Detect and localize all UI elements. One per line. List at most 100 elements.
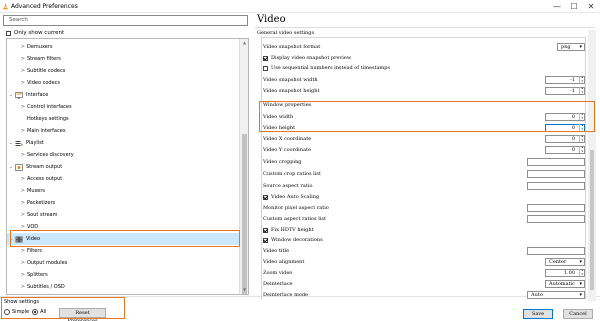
vlc-cone-icon xyxy=(3,3,8,10)
video-alignment-select[interactable]: Center xyxy=(545,258,585,266)
tree-item-main-interfaces[interactable]: > Main interfaces xyxy=(7,125,248,137)
tree-scroll-thumb[interactable] xyxy=(242,134,247,294)
chevron-right-icon[interactable]: > xyxy=(19,56,27,62)
window-decorations-checkbox[interactable] xyxy=(263,237,268,243)
chevron-right-icon[interactable]: > xyxy=(19,80,27,86)
video-auto-scaling-checkbox[interactable] xyxy=(263,194,268,200)
tree-item-stream-output[interactable]: ⌄ Stream output xyxy=(7,161,248,173)
setting-video-alignment: Video alignment Center xyxy=(263,257,585,267)
tree-item-stream-filters[interactable]: > Stream filters xyxy=(7,53,248,65)
chevron-right-icon[interactable]: > xyxy=(19,188,27,194)
snapshot-width-spinbox[interactable]: -1 xyxy=(545,76,585,84)
setting-video-y: Video Y coordinate 0 xyxy=(263,145,585,155)
tree-item-splitters[interactable]: > Splitters xyxy=(7,269,248,281)
setting-snapshot-height: Video snapshot height -1 xyxy=(263,86,585,96)
tree-item-services-discovery[interactable]: > Services discovery xyxy=(7,149,248,161)
chevron-right-icon[interactable]: > xyxy=(19,200,27,206)
chevron-down-icon[interactable]: ⌄ xyxy=(7,236,15,242)
video-width-spinbox[interactable]: 0 xyxy=(545,113,585,121)
tree-item-video[interactable]: ⌄ Video xyxy=(7,233,248,245)
save-button[interactable]: Save xyxy=(523,309,553,319)
tree-scrollbar[interactable]: ▲ ▼ xyxy=(239,39,248,294)
chevron-down-icon[interactable]: ⌄ xyxy=(7,164,15,170)
chevron-right-icon[interactable]: > xyxy=(19,68,27,74)
video-height-spinbox[interactable]: 0 xyxy=(545,124,585,132)
sequential-numbers-checkbox[interactable] xyxy=(263,65,268,71)
setting-display-snapshot-preview: Display video snapshot preview xyxy=(263,53,585,63)
chevron-right-icon[interactable]: > xyxy=(19,224,27,230)
setting-sequential-numbers: Use sequential numbers instead of timest… xyxy=(263,63,585,73)
search-input[interactable]: Search xyxy=(3,15,248,26)
custom-aspect-ratios-input[interactable] xyxy=(527,215,585,223)
tree-item-subtitles-osd[interactable]: > Subtitles / OSD xyxy=(7,281,248,293)
close-button[interactable]: ✕ xyxy=(583,1,599,12)
chevron-right-icon[interactable]: > xyxy=(19,152,27,158)
chevron-right-icon[interactable]: > xyxy=(19,212,27,218)
cancel-button[interactable]: Cancel xyxy=(563,309,593,319)
tree-item-access-output[interactable]: > Access output xyxy=(7,173,248,185)
tree-item-demuxers[interactable]: > Demuxers xyxy=(7,41,248,53)
tree-item-vod[interactable]: > VOD xyxy=(7,221,248,233)
video-title-input[interactable] xyxy=(527,247,585,255)
chevron-right-icon[interactable]: > xyxy=(19,176,27,182)
tree-item-playlist[interactable]: ⌄ Playlist xyxy=(7,137,248,149)
settings-scroll-thumb[interactable] xyxy=(590,150,594,290)
group-title: General video settings xyxy=(257,30,315,36)
chevron-down-icon[interactable]: ⌄ xyxy=(7,92,15,98)
maximize-button[interactable]: ☐ xyxy=(566,1,582,12)
only-show-current-checkbox[interactable]: Only show current xyxy=(6,29,64,37)
setting-snapshot-format: Video snapshot format png xyxy=(263,42,585,52)
title-divider xyxy=(255,27,595,28)
tree-item-video-codecs[interactable]: > Video codecs xyxy=(7,77,248,89)
setting-video-title: Video title xyxy=(263,246,585,256)
fix-hdtv-height-checkbox[interactable] xyxy=(263,227,268,233)
minimize-button[interactable]: — xyxy=(549,1,565,12)
deinterlace-mode-select[interactable]: Auto xyxy=(527,291,585,299)
window-properties-label: Window properties xyxy=(263,102,312,108)
tree-item-sout-stream[interactable]: > Sout stream xyxy=(7,209,248,221)
tree-item-output-modules[interactable]: > Output modules xyxy=(7,257,248,269)
window-title: Advanced Preferences xyxy=(11,3,78,10)
video-icon xyxy=(15,236,23,242)
deinterlace-select[interactable]: Automatic xyxy=(545,280,585,288)
tree-item-control-interfaces[interactable]: > Control interfaces xyxy=(7,101,248,113)
tree-item-muxers[interactable]: > Muxers xyxy=(7,185,248,197)
tree-item-subtitle-codecs[interactable]: > Subtitle codecs xyxy=(7,65,248,77)
display-snapshot-preview-checkbox[interactable] xyxy=(263,55,268,61)
video-x-spinbox[interactable]: 0 xyxy=(545,135,585,143)
setting-deinterlace-mode: Deinterlace mode Auto xyxy=(263,290,585,300)
chevron-right-icon[interactable]: > xyxy=(19,128,27,134)
custom-crop-ratios-input[interactable] xyxy=(527,170,585,178)
checkbox-box[interactable] xyxy=(6,30,11,36)
chevron-right-icon[interactable]: > xyxy=(19,248,27,254)
chevron-right-icon[interactable]: > xyxy=(19,284,27,290)
setting-video-cropping: Video cropping xyxy=(263,157,585,167)
source-aspect-ratio-input[interactable] xyxy=(527,182,585,190)
scroll-down-arrow-icon[interactable]: ▼ xyxy=(240,286,248,294)
chevron-right-icon[interactable]: > xyxy=(19,104,27,110)
chevron-right-icon[interactable]: > xyxy=(19,272,27,278)
tree-item-hotkeys-settings[interactable]: Hotkeys settings xyxy=(7,113,248,125)
tree-item-filters[interactable]: > Filters xyxy=(7,245,248,257)
setting-snapshot-width: Video snapshot width -1 xyxy=(263,75,585,85)
tree-item-packetizers[interactable]: > Packetizers xyxy=(7,197,248,209)
reset-preferences-button[interactable]: Reset Preferences xyxy=(59,308,106,321)
tree-item-interface[interactable]: ⌄ Interface xyxy=(7,89,248,101)
snapshot-height-spinbox[interactable]: -1 xyxy=(545,87,585,95)
radio-simple[interactable] xyxy=(4,309,10,315)
zoom-video-spinbox[interactable]: 1.00 xyxy=(545,269,585,277)
video-y-spinbox[interactable]: 0 xyxy=(545,146,585,154)
chevron-right-icon[interactable]: > xyxy=(19,260,27,266)
title-bar: Advanced Preferences — ☐ ✕ xyxy=(0,0,600,13)
chevron-right-icon[interactable]: > xyxy=(19,44,27,50)
settings-scrollbar[interactable] xyxy=(588,30,596,301)
radio-all[interactable] xyxy=(32,309,39,315)
video-cropping-input[interactable] xyxy=(527,158,585,166)
scroll-up-arrow-icon[interactable]: ▲ xyxy=(240,39,248,47)
setting-custom-crop-ratios: Custom crop ratios list xyxy=(263,169,585,179)
setting-monitor-pixel-aspect: Monitor pixel aspect ratio xyxy=(263,203,585,213)
snapshot-format-select[interactable]: png xyxy=(557,43,585,51)
preferences-tree[interactable]: > Demuxers > Stream filters > Subtitle c… xyxy=(6,38,249,295)
chevron-down-icon[interactable]: ⌄ xyxy=(7,140,15,146)
monitor-pixel-aspect-input[interactable] xyxy=(527,204,585,212)
